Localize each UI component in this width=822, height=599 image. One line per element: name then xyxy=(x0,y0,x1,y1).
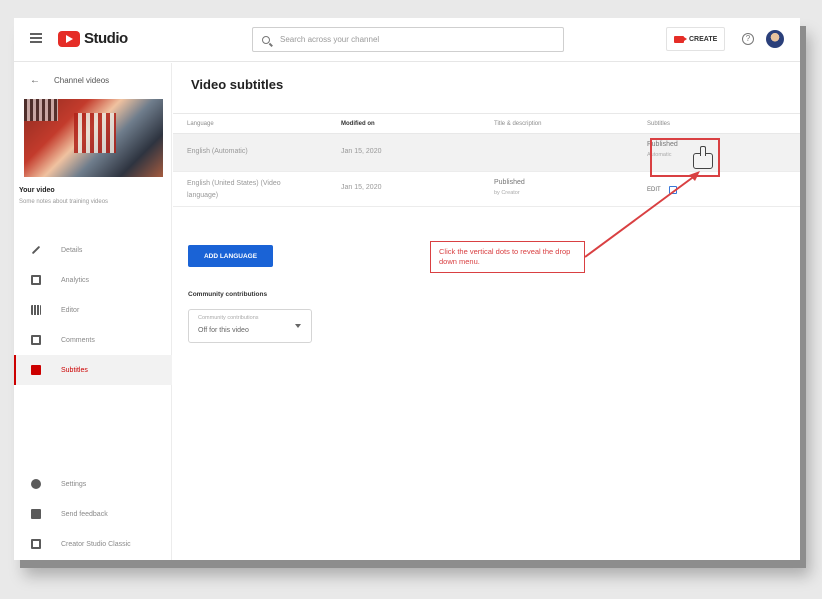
sidebar: ← Channel videos Your video Some notes a… xyxy=(14,63,172,560)
subtitles-icon xyxy=(31,365,41,375)
gear-icon xyxy=(31,479,41,489)
subtitles-edit-cell: EDIT xyxy=(647,186,677,194)
column-header-subtitles: Subtitles xyxy=(647,121,671,127)
select-value: Off for this video xyxy=(198,327,249,334)
column-header-modified[interactable]: Modified on xyxy=(341,121,375,127)
create-label: CREATE xyxy=(689,35,718,43)
table-header: Language Modified on Title & description… xyxy=(173,113,800,134)
pointer-hand-icon xyxy=(693,146,713,169)
sidebar-item-creator-studio-classic[interactable]: Creator Studio Classic xyxy=(14,529,172,559)
modified-cell: Jan 15, 2020 xyxy=(341,148,382,155)
sidebar-item-label: Subtitles xyxy=(61,366,88,374)
column-header-language[interactable]: Language xyxy=(187,121,214,127)
add-language-button[interactable]: ADD LANGUAGE xyxy=(188,245,273,267)
sidebar-nav: Details Analytics Editor Comments Subtit… xyxy=(14,235,172,385)
your-video-label: Your video xyxy=(19,187,55,194)
sidebar-item-label: Send feedback xyxy=(61,510,108,518)
camera-icon xyxy=(674,35,687,43)
studio-logo[interactable]: Studio xyxy=(58,30,128,47)
title-description-substatus: by Creator xyxy=(494,190,520,196)
sidebar-item-label: Settings xyxy=(61,480,87,488)
avatar[interactable] xyxy=(766,30,784,48)
column-header-title-description: Title & description xyxy=(494,121,542,127)
community-contributions-label: Community contributions xyxy=(188,291,268,298)
page-title: Video subtitles xyxy=(191,77,284,92)
caret-down-icon xyxy=(295,324,301,328)
community-contributions-select[interactable]: Community contributions Off for this vid… xyxy=(188,309,312,343)
language-cell: English (Automatic) xyxy=(187,148,248,155)
title-description-cell: Published by Creator xyxy=(494,178,525,198)
sidebar-item-editor[interactable]: Editor xyxy=(14,295,172,325)
back-to-channel-videos[interactable]: ← Channel videos xyxy=(30,75,109,86)
feedback-icon xyxy=(31,509,41,519)
logo-text: Studio xyxy=(84,30,128,47)
editor-icon xyxy=(31,305,41,315)
classic-icon xyxy=(31,539,41,549)
sidebar-item-send-feedback[interactable]: Send feedback xyxy=(14,499,172,529)
sidebar-item-label: Analytics xyxy=(61,276,90,284)
search-placeholder: Search across your channel xyxy=(280,35,380,44)
back-arrow-icon: ← xyxy=(30,75,40,86)
hamburger-menu-icon[interactable] xyxy=(30,33,42,43)
search-input[interactable]: Search across your channel xyxy=(252,27,564,52)
comments-icon xyxy=(31,335,41,345)
checkbox-icon[interactable] xyxy=(668,186,677,194)
back-label: Channel videos xyxy=(54,76,110,85)
sidebar-item-label: Creator Studio Classic xyxy=(61,540,131,548)
annotation-callout: Click the vertical dots to reveal the dr… xyxy=(430,241,585,273)
sidebar-item-label: Comments xyxy=(61,336,95,344)
language-cell: English (United States) (Video language) xyxy=(187,180,281,199)
sidebar-item-settings[interactable]: Settings xyxy=(14,469,172,499)
analytics-icon xyxy=(31,275,41,285)
help-icon[interactable]: ? xyxy=(742,33,754,45)
table-row[interactable]: English (United States) (Video language)… xyxy=(173,172,800,207)
video-thumbnail[interactable] xyxy=(24,99,163,177)
modified-cell: Jan 15, 2020 xyxy=(341,184,382,191)
title-description-status: Published xyxy=(494,179,525,186)
video-description: Some notes about training videos xyxy=(19,199,109,205)
sidebar-item-comments[interactable]: Comments xyxy=(14,325,172,355)
sidebar-item-label: Editor xyxy=(61,306,80,314)
sidebar-item-analytics[interactable]: Analytics xyxy=(14,265,172,295)
search-icon xyxy=(262,35,270,44)
sidebar-item-subtitles[interactable]: Subtitles xyxy=(14,355,172,385)
create-button[interactable]: CREATE xyxy=(666,27,726,51)
top-bar: Studio Search across your channel CREATE… xyxy=(14,18,800,62)
select-label: Community contributions xyxy=(198,315,259,321)
sidebar-item-label: Details xyxy=(61,246,83,254)
edit-button[interactable]: EDIT xyxy=(647,187,661,193)
sidebar-bottom-nav: Settings Send feedback Creator Studio Cl… xyxy=(14,469,172,559)
youtube-logo-icon xyxy=(58,30,80,47)
pencil-icon xyxy=(31,245,41,255)
sidebar-item-details[interactable]: Details xyxy=(14,235,172,265)
main-content: Video subtitles Language Modified on Tit… xyxy=(173,63,800,560)
app-window: Studio Search across your channel CREATE… xyxy=(14,18,800,560)
